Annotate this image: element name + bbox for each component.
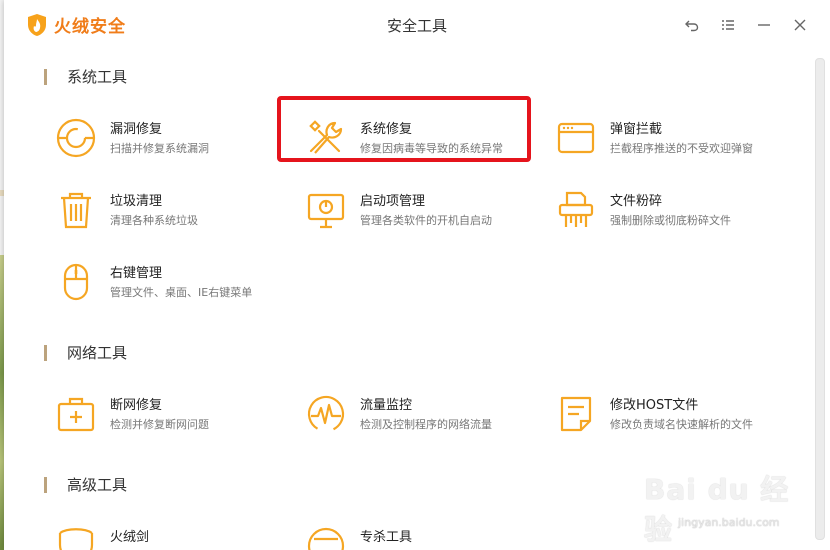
tool-name: 文件粉碎	[610, 194, 663, 209]
sword-shield-icon	[54, 524, 98, 550]
tool-name: 漏洞修复	[110, 122, 163, 137]
monitor-startup-icon	[304, 188, 348, 232]
scrollbar-thumb[interactable]	[815, 58, 825, 540]
scrollbar[interactable]	[815, 58, 825, 550]
tool-name: 断网修复	[110, 398, 163, 413]
tool-desc: 清理各种系统垃圾	[110, 214, 198, 227]
tool-name: 火绒剑	[110, 530, 150, 545]
trash-icon	[54, 188, 98, 232]
tool-kill-tool[interactable]: 专杀工具	[304, 520, 544, 550]
tool-network-repair[interactable]: 断网修复 检测并修复断网问题	[54, 388, 294, 444]
section-title-system: 系统工具	[44, 66, 127, 87]
section-title-network: 网络工具	[44, 342, 127, 363]
medical-kit-icon	[54, 392, 98, 436]
watermark-main: Bai du 经验	[644, 473, 790, 546]
tool-desc: 修改负责域名快速解析的文件	[610, 418, 753, 431]
document-edit-icon	[554, 392, 598, 436]
tool-name: 启动项管理	[360, 194, 426, 209]
tool-traffic-monitor[interactable]: 流量监控 检测及控制程序的网络流量	[304, 388, 544, 444]
tool-name: 右键管理	[110, 266, 163, 281]
menu-icon[interactable]	[718, 15, 738, 35]
tool-file-shred[interactable]: 文件粉碎 强制删除或彻底粉碎文件	[554, 184, 794, 240]
tool-junk-clean[interactable]: 垃圾清理 清理各种系统垃圾	[54, 184, 294, 240]
tool-name: 流量监控	[360, 398, 413, 413]
window-controls	[682, 15, 810, 35]
security-tools-window: 火绒安全 安全工具 系统工具 漏洞修复 扫描并修复系统漏洞 系统修复 修复因病毒…	[4, 0, 830, 550]
highlight-box	[277, 96, 531, 162]
baidu-jingyan-watermark: Bai du 经验 jingyan.baidu.com	[636, 462, 816, 546]
vulnerability-repair-icon	[54, 116, 98, 160]
popup-window-icon	[554, 116, 598, 160]
tool-name: 弹窗拦截	[610, 122, 663, 137]
minimize-icon[interactable]	[754, 15, 774, 35]
tool-desc: 扫描并修复系统漏洞	[110, 142, 209, 155]
kill-tool-icon	[304, 524, 348, 550]
tool-startup-manage[interactable]: 启动项管理 管理各类软件的开机自启动	[304, 184, 544, 240]
tool-desc: 管理文件、桌面、IE右键菜单	[110, 286, 253, 299]
traffic-gauge-icon	[304, 392, 348, 436]
tool-popup-block[interactable]: 弹窗拦截 拦截程序推送的不受欢迎弹窗	[554, 112, 794, 168]
tool-name: 专杀工具	[360, 530, 413, 545]
mouse-icon	[54, 260, 98, 304]
tool-huorong-sword[interactable]: 火绒剑	[54, 520, 294, 550]
tool-desc: 管理各类软件的开机自启动	[360, 214, 492, 227]
tool-name: 垃圾清理	[110, 194, 163, 209]
title-bar: 火绒安全 安全工具	[4, 0, 830, 50]
tool-desc: 强制删除或彻底粉碎文件	[610, 214, 731, 227]
watermark-sub: jingyan.baidu.com	[678, 516, 780, 529]
close-icon[interactable]	[790, 15, 810, 35]
back-icon[interactable]	[682, 15, 702, 35]
tool-desc: 检测及控制程序的网络流量	[360, 418, 492, 431]
tool-edit-host-file[interactable]: 修改HOST文件 修改负责域名快速解析的文件	[554, 388, 794, 444]
section-title-advanced: 高级工具	[44, 474, 127, 495]
tool-right-click-manage[interactable]: 右键管理 管理文件、桌面、IE右键菜单	[54, 256, 294, 312]
tool-name: 修改HOST文件	[610, 398, 699, 413]
tool-vulnerability-repair[interactable]: 漏洞修复 扫描并修复系统漏洞	[54, 112, 294, 168]
tool-desc: 检测并修复断网问题	[110, 418, 209, 431]
file-shredder-icon	[554, 188, 598, 232]
tool-desc: 拦截程序推送的不受欢迎弹窗	[610, 142, 753, 155]
